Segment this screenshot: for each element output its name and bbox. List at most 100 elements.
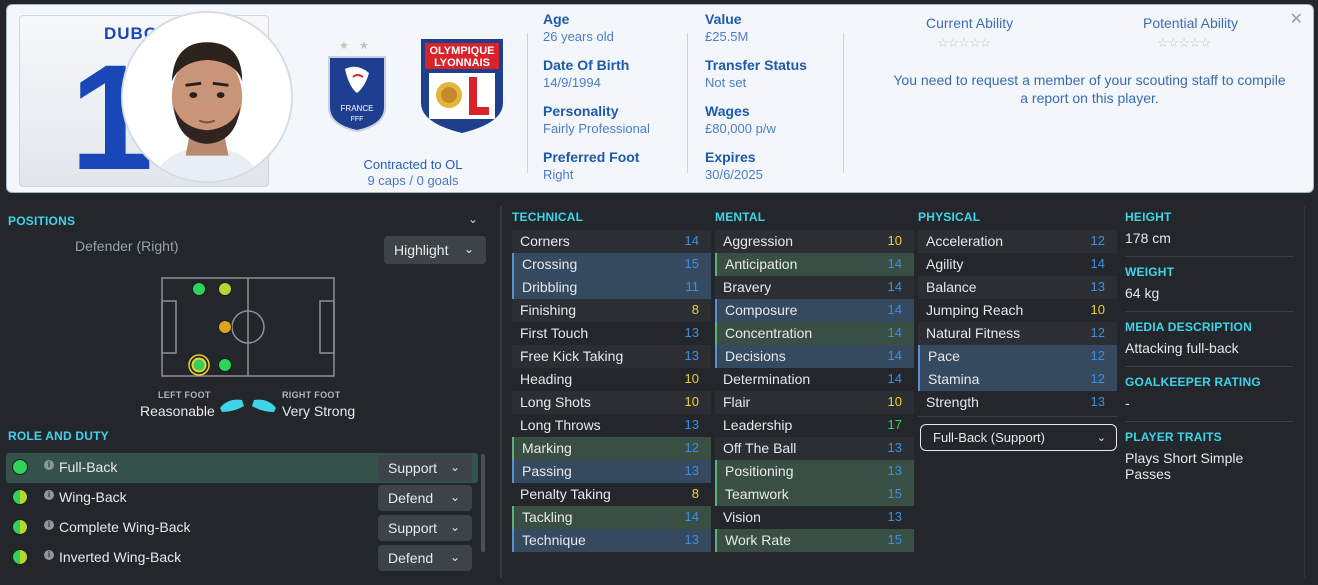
attribute-row[interactable]: Leadership 17 <box>715 414 914 437</box>
attribute-row[interactable]: Acceleration 12 <box>918 230 1117 253</box>
divider <box>843 33 844 173</box>
attribute-row[interactable]: Crossing 15 <box>512 253 711 276</box>
role-list-scrollbar[interactable] <box>481 454 485 552</box>
info-icon[interactable]: i <box>44 550 54 560</box>
duty-label: Defend <box>388 550 434 566</box>
attribute-row[interactable]: Heading 10 <box>512 368 711 391</box>
preferred-foot-label: Preferred Foot <box>543 149 640 165</box>
highlight-label: Highlight <box>394 242 449 258</box>
attribute-row[interactable]: Balance 13 <box>918 276 1117 299</box>
attribute-row[interactable]: First Touch 13 <box>512 322 711 345</box>
mental-title: MENTAL <box>715 210 766 224</box>
attribute-row[interactable]: Aggression 10 <box>715 230 914 253</box>
height-value: 178 cm <box>1125 230 1171 246</box>
attribute-row[interactable]: Positioning 13 <box>715 460 914 483</box>
attribute-name: Marking <box>522 440 572 456</box>
transfer-status-value[interactable]: Not set <box>705 75 807 103</box>
chevron-down-icon: ⌄ <box>1096 432 1106 444</box>
duty-dropdown[interactable]: Support ⌄ <box>378 515 472 541</box>
attribute-row[interactable]: Off The Ball 13 <box>715 437 914 460</box>
value-value: £25.5M <box>705 29 749 44</box>
player-trait[interactable]: Plays Short Simple Passes <box>1125 450 1293 482</box>
left-foot-label: LEFT FOOT <box>158 390 211 400</box>
attribute-value: 11 <box>685 279 700 294</box>
attribute-row[interactable]: Finishing 8 <box>512 299 711 322</box>
attribute-value: 12 <box>1090 325 1105 340</box>
wages-label: Wages <box>705 103 750 119</box>
attribute-row[interactable]: Composure 14 <box>715 299 914 322</box>
attribute-row[interactable]: Free Kick Taking 13 <box>512 345 711 368</box>
attribute-value: 13 <box>684 325 699 340</box>
role-row[interactable]: i Complete Wing-Back Support ⌄ <box>6 513 478 543</box>
attribute-row[interactable]: Pace 12 <box>918 345 1117 368</box>
role-row[interactable]: i Full-Back Support ⌄ <box>6 453 478 483</box>
player-info-panel: HEIGHT 178 cm WEIGHT 64 kg MEDIA DESCRIP… <box>1125 210 1293 482</box>
role-name: Full-Back <box>59 459 118 475</box>
attribute-row[interactable]: Determination 14 <box>715 368 914 391</box>
panel-divider <box>500 206 502 578</box>
weight-title: WEIGHT <box>1125 265 1175 279</box>
position-pitch[interactable] <box>161 277 335 377</box>
close-icon[interactable]: ✕ <box>1290 9 1303 29</box>
attribute-row[interactable]: Dribbling 11 <box>512 276 711 299</box>
attribute-value: 12 <box>684 440 699 455</box>
attribute-value: 15 <box>684 256 699 271</box>
divider <box>527 33 528 173</box>
attribute-value: 10 <box>887 233 902 248</box>
highlight-dropdown[interactable]: Highlight ⌄ <box>384 236 486 264</box>
info-icon[interactable]: i <box>44 490 54 500</box>
attribute-row[interactable]: Tackling 14 <box>512 506 711 529</box>
attribute-row[interactable]: Agility 14 <box>918 253 1117 276</box>
attribute-row[interactable]: Work Rate 15 <box>715 529 914 552</box>
role-name: Inverted Wing-Back <box>59 549 182 565</box>
info-icon[interactable]: i <box>44 460 54 470</box>
attribute-value: 13 <box>887 440 902 455</box>
media-description-value: Attacking full-back <box>1125 340 1239 356</box>
position-dot[interactable] <box>218 320 232 334</box>
personality-value[interactable]: Fairly Professional <box>543 121 650 149</box>
position-dot[interactable] <box>218 358 232 372</box>
attribute-row[interactable]: Bravery 14 <box>715 276 914 299</box>
scout-report-message: You need to request a member of your sco… <box>893 72 1286 106</box>
attribute-name: Teamwork <box>725 486 789 502</box>
attribute-row[interactable]: Corners 14 <box>512 230 711 253</box>
chevron-down-icon: ⌄ <box>449 550 460 564</box>
duty-dropdown[interactable]: Support ⌄ <box>378 455 472 481</box>
attribute-row[interactable]: Jumping Reach 10 <box>918 299 1117 322</box>
role-row[interactable]: i Inverted Wing-Back Defend ⌄ <box>6 543 478 573</box>
attribute-row[interactable]: Natural Fitness 12 <box>918 322 1117 345</box>
attribute-row[interactable]: Flair 10 <box>715 391 914 414</box>
attribute-value: 14 <box>887 371 902 386</box>
info-icon[interactable]: i <box>44 520 54 530</box>
contract-info[interactable]: Contracted to OL <box>333 157 493 172</box>
duty-dropdown[interactable]: Defend ⌄ <box>378 485 472 511</box>
attribute-row[interactable]: Technique 13 <box>512 529 711 552</box>
attribute-row[interactable]: Penalty Taking 8 <box>512 483 711 506</box>
role-row[interactable]: i Wing-Back Defend ⌄ <box>6 483 478 513</box>
role-select-dropdown[interactable]: Full-Back (Support) ⌄ <box>920 424 1117 451</box>
club-badge[interactable]: OLYMPIQUE LYONNAIS <box>419 37 505 135</box>
attribute-row[interactable]: Vision 13 <box>715 506 914 529</box>
attribute-value: 13 <box>684 348 699 363</box>
chevron-down-icon[interactable]: ⌄ <box>468 212 478 226</box>
duty-dropdown[interactable]: Defend ⌄ <box>378 545 472 571</box>
attribute-value: 12 <box>1090 371 1105 386</box>
duty-label: Defend <box>388 490 434 506</box>
attribute-row[interactable]: Decisions 14 <box>715 345 914 368</box>
attribute-value: 10 <box>1090 302 1105 317</box>
attribute-row[interactable]: Teamwork 15 <box>715 483 914 506</box>
attribute-name: Work Rate <box>725 532 791 548</box>
attribute-row[interactable]: Long Throws 13 <box>512 414 711 437</box>
attribute-row[interactable]: Marking 12 <box>512 437 711 460</box>
nation-badge[interactable]: ★ ★ FRANCE FFF <box>325 39 389 133</box>
position-dot[interactable] <box>218 282 232 296</box>
attribute-row[interactable]: Anticipation 14 <box>715 253 914 276</box>
position-dot[interactable] <box>191 357 207 373</box>
divider <box>1125 256 1293 257</box>
attribute-row[interactable]: Passing 13 <box>512 460 711 483</box>
attribute-row[interactable]: Long Shots 10 <box>512 391 711 414</box>
attribute-row[interactable]: Strength 13 <box>918 391 1117 414</box>
position-dot[interactable] <box>192 282 206 296</box>
attribute-row[interactable]: Concentration 14 <box>715 322 914 345</box>
attribute-row[interactable]: Stamina 12 <box>918 368 1117 391</box>
